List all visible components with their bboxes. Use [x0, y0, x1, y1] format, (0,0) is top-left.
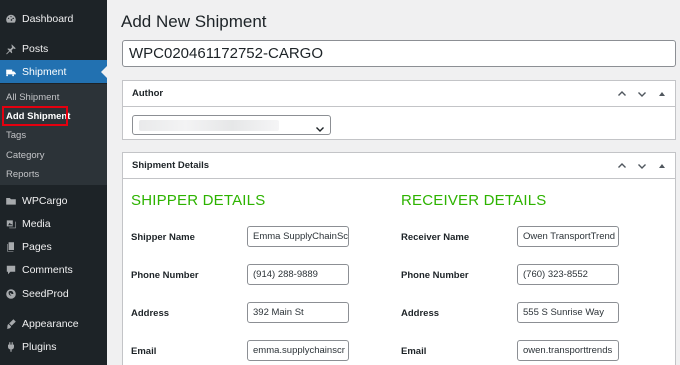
- move-up-icon[interactable]: [615, 87, 629, 101]
- menu-label-dashboard: Dashboard: [22, 12, 74, 25]
- menu-item-dashboard[interactable]: Dashboard: [0, 7, 107, 30]
- receiver-email-label: Email: [401, 346, 427, 357]
- details-handle-actions: [615, 159, 669, 173]
- author-select[interactable]: [132, 115, 331, 135]
- admin-sidebar: Dashboard Posts Shipment All Shipment Ad…: [0, 0, 107, 365]
- submenu-tags[interactable]: Tags: [6, 130, 26, 141]
- receiver-phone-input[interactable]: (760) 323-8552: [517, 264, 619, 285]
- receiver-address-label: Address: [401, 308, 440, 319]
- plug-icon: [0, 341, 22, 353]
- menu-item-shipment[interactable]: Shipment: [0, 60, 107, 83]
- shipper-address-label: Address: [131, 308, 170, 319]
- shipment-details-metabox: Shipment Details SHIPPER DETAILS RECEIVE…: [122, 152, 676, 365]
- main-content: Add New Shipment WPC020461172752-CARGO A…: [107, 0, 680, 365]
- shipper-address-input[interactable]: 392 Main St: [247, 302, 349, 323]
- menu-label-appearance: Appearance: [22, 317, 79, 330]
- shipper-name-input[interactable]: Emma SupplyChainSc: [247, 226, 349, 247]
- menu-item-plugins[interactable]: Plugins: [0, 335, 107, 358]
- move-down-icon[interactable]: [635, 159, 649, 173]
- shipment-details-header: Shipment Details: [123, 153, 675, 179]
- menu-label-shipment: Shipment: [22, 65, 67, 78]
- receiver-address-input[interactable]: 555 S Sunrise Way: [517, 302, 619, 323]
- collapse-toggle-icon[interactable]: [655, 159, 669, 173]
- move-down-icon[interactable]: [635, 87, 649, 101]
- author-name-redacted: [139, 120, 279, 131]
- menu-item-pages[interactable]: Pages: [0, 235, 107, 258]
- folder-icon: [0, 195, 22, 207]
- truck-icon: [0, 66, 22, 78]
- comment-icon: [0, 264, 22, 276]
- shipper-email-input[interactable]: emma.supplychainscr: [247, 340, 349, 361]
- chevron-down-icon: [315, 121, 325, 139]
- author-metabox: Author: [122, 80, 676, 140]
- submenu-category[interactable]: Category: [6, 150, 45, 161]
- menu-item-seedprod[interactable]: SeedProd: [0, 282, 107, 305]
- receiver-name-label: Receiver Name: [401, 232, 470, 243]
- menu-label-wpcargo: WPCargo: [22, 194, 68, 207]
- shipper-name-label: Shipper Name: [131, 232, 195, 243]
- submenu-reports[interactable]: Reports: [6, 169, 39, 180]
- dashboard-icon: [0, 13, 22, 25]
- menu-item-posts[interactable]: Posts: [0, 37, 107, 60]
- menu-item-media[interactable]: Media: [0, 212, 107, 235]
- submenu-all-shipment[interactable]: All Shipment: [6, 92, 59, 103]
- shipper-phone-label: Phone Number: [131, 270, 199, 281]
- collapse-toggle-icon[interactable]: [655, 87, 669, 101]
- receiver-details-heading: RECEIVER DETAILS: [401, 192, 547, 209]
- menu-label-comments: Comments: [22, 263, 73, 276]
- pin-icon: [0, 43, 22, 55]
- page-title: Add New Shipment: [121, 12, 267, 31]
- seedprod-icon: [0, 288, 22, 300]
- menu-item-wpcargo[interactable]: WPCargo: [0, 189, 107, 212]
- menu-item-appearance[interactable]: Appearance: [0, 312, 107, 335]
- shipper-phone-input[interactable]: (914) 288-9889: [247, 264, 349, 285]
- shipment-title-input[interactable]: WPC020461172752-CARGO: [122, 40, 676, 67]
- receiver-phone-label: Phone Number: [401, 270, 469, 281]
- pages-icon: [0, 241, 22, 253]
- author-metabox-header: Author: [123, 81, 675, 107]
- menu-label-seedprod: SeedProd: [22, 287, 69, 300]
- receiver-name-input[interactable]: Owen TransportTrend: [517, 226, 619, 247]
- shipment-submenu: All Shipment Add Shipment Tags Category …: [0, 84, 107, 185]
- menu-label-pages: Pages: [22, 240, 52, 253]
- shipper-details-heading: SHIPPER DETAILS: [131, 192, 266, 209]
- media-icon: [0, 218, 22, 230]
- menu-label-plugins: Plugins: [22, 340, 57, 353]
- add-shipment-highlight: [2, 106, 68, 126]
- author-handle-actions: [615, 87, 669, 101]
- menu-label-posts: Posts: [22, 42, 49, 55]
- receiver-email-input[interactable]: owen.transporttrends: [517, 340, 619, 361]
- menu-item-comments[interactable]: Comments: [0, 258, 107, 281]
- menu-label-media: Media: [22, 217, 51, 230]
- move-up-icon[interactable]: [615, 159, 629, 173]
- shipper-email-label: Email: [131, 346, 157, 357]
- brush-icon: [0, 318, 22, 330]
- shipment-details-title: Shipment Details: [132, 160, 210, 171]
- author-metabox-title: Author: [132, 88, 164, 99]
